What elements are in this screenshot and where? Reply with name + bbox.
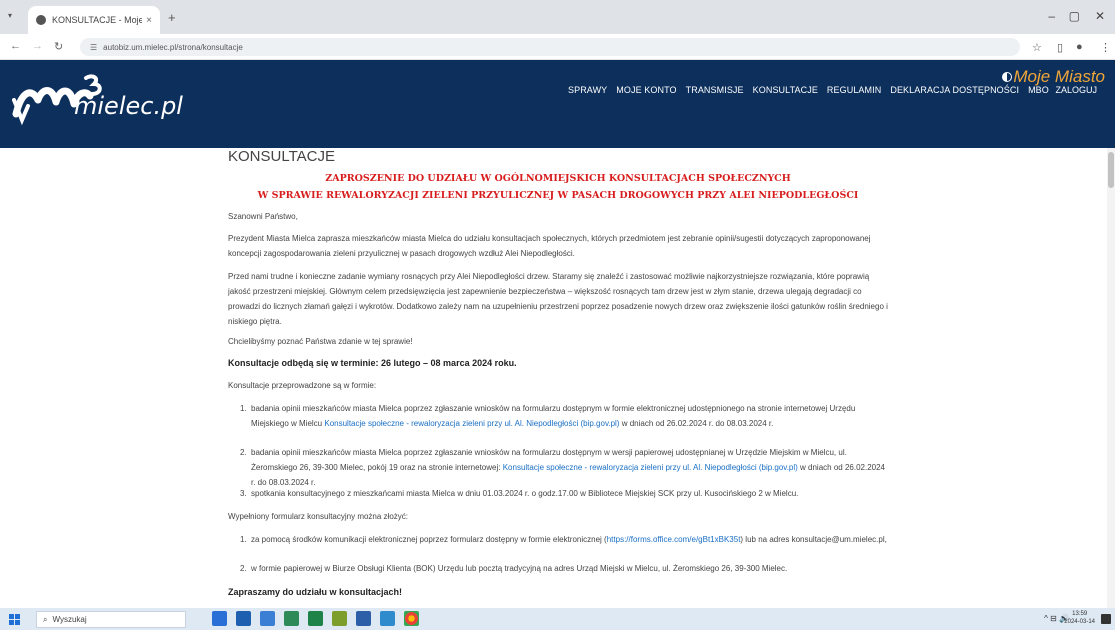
nav-item-deklaracja[interactable]: DEKLARACJA DOSTĘPNOŚCI <box>890 85 1019 95</box>
taskbar: ⌕ Wyszukaj ^ ⊟ 🔊 13:59 2024-03-14 <box>0 608 1115 630</box>
moje-miasto-title: Moje Miasto <box>1013 67 1105 86</box>
tab-title: KONSULTACJE - Moje Miasto <box>52 15 143 25</box>
profile-icon[interactable]: ● <box>1076 41 1083 53</box>
consultation-term: Konsultacje odbędą się w terminie: 26 lu… <box>228 358 517 368</box>
nav-item-sprawy[interactable]: SPRAWY <box>568 85 607 95</box>
site-header: mielec.pl Moje Miasto <box>0 60 1115 148</box>
new-tab-button[interactable]: + <box>168 10 176 25</box>
maximize-button[interactable]: ▢ <box>1069 9 1080 23</box>
browser-tab-bar: ▾ KONSULTACJE - Moje Miasto × + – ▢ ✕ <box>0 0 1115 34</box>
app-icon[interactable] <box>284 611 299 626</box>
form-link[interactable]: https://forms.office.com/e/gBt1xBK35t <box>607 535 741 544</box>
app-icon[interactable] <box>332 611 347 626</box>
app-icon[interactable] <box>236 611 251 626</box>
list-item: 1. za pomocą środków komunikacji elektro… <box>240 532 888 547</box>
scrollbar-thumb[interactable] <box>1108 152 1114 188</box>
list-text: spotkania konsultacyjnego z mieszkańcami… <box>251 489 799 498</box>
paragraph-details: Przed nami trudne i konieczne zadanie wy… <box>228 272 888 326</box>
contrast-toggle-icon[interactable] <box>1002 72 1012 82</box>
app-icon[interactable] <box>260 611 275 626</box>
url-input[interactable]: ☰ autobiz.um.mielec.pl/strona/konsultacj… <box>80 38 1020 56</box>
taskbar-search-input[interactable]: ⌕ Wyszukaj <box>36 611 186 628</box>
forms-intro: Konsultacje przeprowadzone są w formie: <box>228 381 377 390</box>
consultation-link[interactable]: Konsultacje społeczne - rewaloryzacja zi… <box>503 463 798 472</box>
chrome-icon[interactable] <box>404 611 419 626</box>
heading-line-1: ZAPROSZENIE DO UDZIAŁU W OGÓLNOMIEJSKICH… <box>325 173 791 184</box>
reload-icon[interactable]: ↻ <box>54 40 63 53</box>
bookmark-star-icon[interactable]: ☆ <box>1032 41 1042 54</box>
submit-intro: Wypełniony formularz konsultacyjny można… <box>228 512 408 521</box>
main-nav: SPRAWY MOJE KONTO TRANSMISJE KONSULTACJE… <box>568 85 1049 95</box>
app-icon[interactable] <box>380 611 395 626</box>
forward-icon[interactable]: → <box>32 40 43 52</box>
announcement-heading: ZAPROSZENIE DO UDZIAŁU W OGÓLNOMIEJSKICH… <box>228 170 888 204</box>
clock-date: 2024-03-14 <box>1064 619 1095 625</box>
taskbar-search-placeholder: Wyszukaj <box>52 615 87 624</box>
list-number: 2. <box>240 564 247 573</box>
list-item: 2. badania opinii mieszkańców miasta Mie… <box>240 445 888 490</box>
list-number: 1. <box>240 404 247 413</box>
logo-text: mielec.pl <box>74 92 183 120</box>
nav-item-mbo[interactable]: MBO <box>1028 85 1049 95</box>
list-text: w formie papierowej w Biurze Obsługi Kli… <box>251 564 788 573</box>
list-item: 3. spotkania konsultacyjnego z mieszkańc… <box>240 486 888 501</box>
list-text: za pomocą środków komunikacji elektronic… <box>251 535 607 544</box>
app-icon[interactable] <box>356 611 371 626</box>
list-number: 3. <box>240 489 247 498</box>
site-info-icon[interactable]: ☰ <box>90 43 97 52</box>
login-link[interactable]: ZALOGUJ <box>1055 85 1097 95</box>
list-text: ) lub na adres konsultacje@um.mielec.pl, <box>740 535 887 544</box>
search-icon: ⌕ <box>43 614 48 624</box>
browser-menu-icon[interactable]: ⋮ <box>1100 41 1111 54</box>
paragraph-call: Chcielibyśmy poznać Państwa zdanie w tej… <box>228 337 413 346</box>
greeting: Szanowni Państwo, <box>228 212 298 221</box>
nav-item-moje-konto[interactable]: MOJE KONTO <box>616 85 676 95</box>
sidebar-icon[interactable]: ▯ <box>1057 41 1063 54</box>
windows-start-icon[interactable] <box>9 614 20 625</box>
scrollbar[interactable] <box>1107 148 1115 608</box>
favicon-icon <box>36 15 46 25</box>
list-text: w dniach od 26.02.2024 r. do 08.03.2024 … <box>619 419 774 428</box>
page-title: KONSULTACJE <box>228 148 335 165</box>
list-item: 2. w formie papierowej w Biurze Obsługi … <box>240 561 888 576</box>
list-number: 1. <box>240 535 247 544</box>
tab-search-icon[interactable]: ▾ <box>8 11 12 20</box>
notification-icon[interactable] <box>1101 614 1111 624</box>
minimize-button[interactable]: – <box>1048 9 1055 23</box>
nav-item-regulamin[interactable]: REGULAMIN <box>827 85 881 95</box>
url-text: autobiz.um.mielec.pl/strona/konsultacje <box>103 42 243 52</box>
closing-text: Zapraszamy do udziału w konsultacjach! <box>228 587 403 597</box>
task-view-icon[interactable] <box>212 611 227 626</box>
address-bar-row: ← → ↻ ☰ autobiz.um.mielec.pl/strona/kons… <box>0 34 1115 60</box>
clock[interactable]: 13:59 2024-03-14 <box>1064 610 1095 626</box>
consultation-link[interactable]: Konsultacje społeczne - rewaloryzacja zi… <box>324 419 619 428</box>
tab-close-icon[interactable]: × <box>146 15 152 26</box>
heading-line-2: W SPRAWIE REWALORYZACJI ZIELENI PRZYULIC… <box>257 190 859 201</box>
clock-time: 13:59 <box>1072 611 1088 617</box>
list-item: 1. badania opinii mieszkańców miasta Mie… <box>240 401 888 431</box>
close-window-button[interactable]: ✕ <box>1095 9 1105 23</box>
browser-tab[interactable]: KONSULTACJE - Moje Miasto × <box>28 6 160 34</box>
nav-item-transmisje[interactable]: TRANSMISJE <box>686 85 744 95</box>
nav-item-konsultacje[interactable]: KONSULTACJE <box>753 85 818 95</box>
back-icon[interactable]: ← <box>10 40 21 52</box>
list-number: 2. <box>240 448 247 457</box>
excel-icon[interactable] <box>308 611 323 626</box>
paragraph-intro: Prezydent Miasta Mielca zaprasza mieszka… <box>228 234 871 258</box>
